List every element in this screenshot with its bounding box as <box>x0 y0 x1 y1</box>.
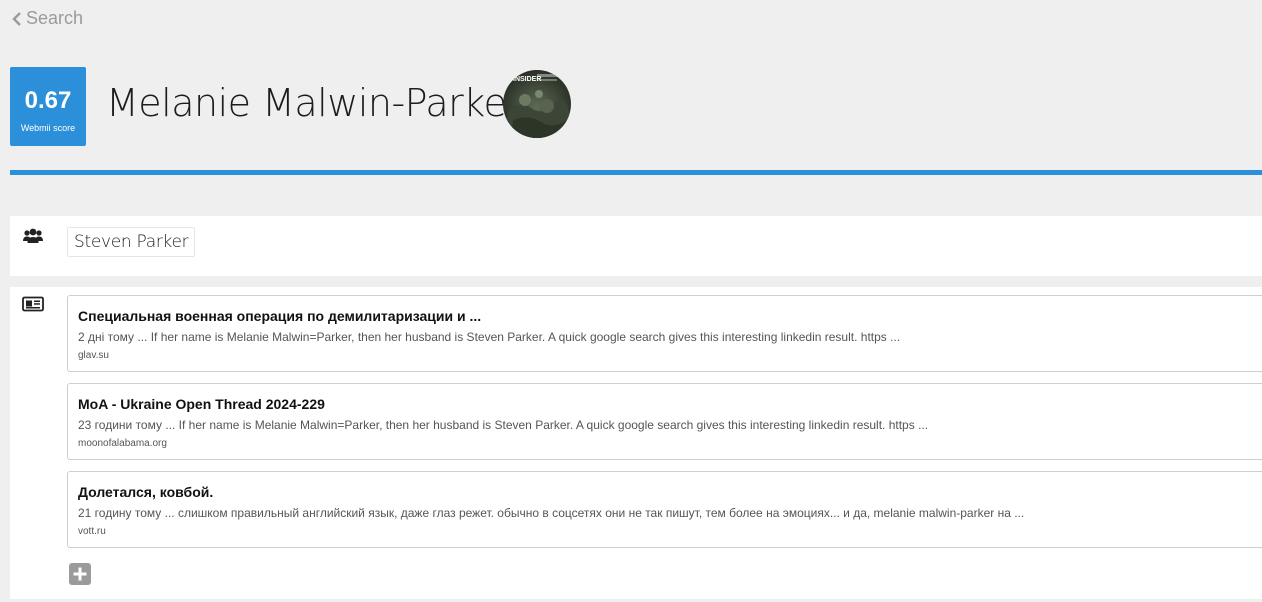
result-title[interactable]: Долетался, ковбой. <box>78 484 213 500</box>
users-icon <box>22 227 44 247</box>
news-result-card[interactable]: Долетался, ковбой. 21 годину тому ... сл… <box>67 471 1262 548</box>
back-to-search-link[interactable]: Search <box>12 8 83 29</box>
score-value: 0.67 <box>24 87 72 114</box>
result-domain: moonofalabama.org <box>78 438 167 449</box>
chevron-left-icon <box>12 11 21 26</box>
avatar-watermark: INSIDER <box>513 76 541 83</box>
result-snippet: 23 години тому ... If her name is Melani… <box>78 418 929 432</box>
news-result-card[interactable]: MoA - Ukraine Open Thread 2024-229 23 го… <box>67 383 1262 460</box>
webmii-score-badge: 0.67 Webmii score <box>10 67 86 146</box>
score-label: Webmii score <box>20 123 76 133</box>
news-result-card[interactable]: Специальная военная операция по демилита… <box>67 295 1262 372</box>
person-name: Melanie Malwin-Parker <box>106 81 522 125</box>
result-title[interactable]: Специальная военная операция по демилита… <box>78 308 481 324</box>
related-person-tag[interactable]: Steven Parker <box>67 227 196 257</box>
newspaper-icon <box>22 296 44 316</box>
back-link-label: Search <box>26 8 84 28</box>
news-results-section: Специальная военная операция по демилита… <box>10 287 1262 599</box>
result-snippet: 21 годину тому ... слишком правильный ан… <box>78 506 1025 520</box>
header-divider <box>10 170 1262 175</box>
result-title[interactable]: MoA - Ukraine Open Thread 2024-229 <box>78 396 325 412</box>
plus-icon <box>73 567 87 581</box>
result-snippet: 2 дні тому ... If her name is Melanie Ma… <box>78 330 901 344</box>
result-domain: vott.ru <box>78 526 106 537</box>
add-result-button[interactable] <box>69 563 91 585</box>
avatar[interactable]: INSIDER <box>503 70 571 138</box>
related-people-section: Steven Parker <box>10 216 1262 276</box>
result-domain: glav.su <box>78 350 109 361</box>
